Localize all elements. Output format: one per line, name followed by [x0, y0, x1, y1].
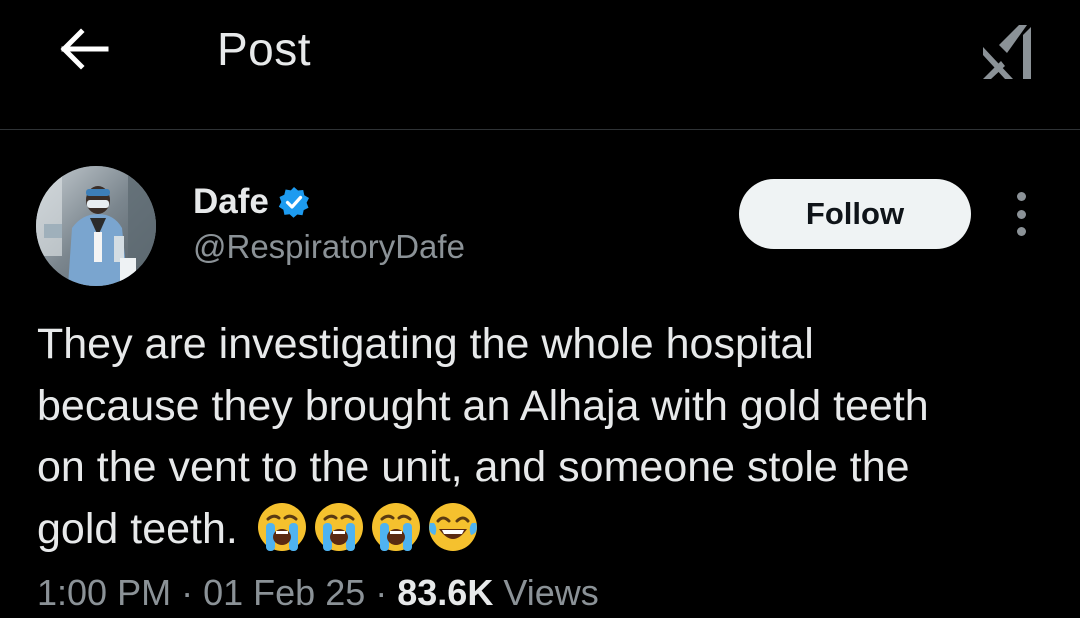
loudly-crying-face-icon	[313, 501, 365, 553]
grok-button[interactable]	[976, 18, 1042, 84]
grok-logo-icon	[983, 25, 1031, 79]
back-button[interactable]	[52, 20, 116, 78]
post-text-line: They are investigating the whole hospita…	[37, 320, 814, 368]
face-with-tears-of-joy-icon	[427, 501, 479, 553]
meta-separator: ·	[375, 572, 388, 613]
more-vertical-icon	[1016, 192, 1026, 201]
loudly-crying-face-icon	[370, 501, 422, 553]
verified-badge-icon	[278, 186, 310, 218]
follow-button[interactable]: Follow	[739, 179, 971, 249]
arrow-left-icon	[60, 28, 109, 70]
user-name-row[interactable]: Dafe	[193, 180, 310, 224]
user-display-name[interactable]: Dafe	[193, 182, 269, 222]
more-options-button[interactable]	[1004, 192, 1038, 236]
post-text-line-end: gold teeth.	[37, 504, 238, 553]
post-text-line: because they brought an Alhaja with gold…	[37, 381, 929, 430]
post-meta: 1:00 PM · 01 Feb 25 · 83.6K Views	[37, 572, 599, 614]
post-time[interactable]: 1:00 PM	[37, 572, 171, 613]
views-label[interactable]: Views	[503, 572, 598, 613]
post-text-line-last: gold teeth.	[37, 499, 1047, 561]
avatar-photo	[36, 166, 156, 286]
views-count[interactable]: 83.6K	[397, 572, 493, 613]
meta-separator: ·	[181, 572, 194, 613]
loudly-crying-face-icon	[256, 501, 308, 553]
avatar[interactable]	[36, 166, 156, 286]
page-title: Post	[217, 23, 312, 75]
post-text: They are investigating the whole hospita…	[37, 314, 1047, 560]
top-app-bar: Post	[0, 0, 1080, 130]
post-date[interactable]: 01 Feb 25	[203, 572, 365, 613]
post-text-line: on the vent to the unit, and someone sto…	[37, 443, 910, 491]
user-handle[interactable]: @RespiratoryDafe	[193, 228, 465, 266]
emoji-group	[256, 501, 479, 553]
